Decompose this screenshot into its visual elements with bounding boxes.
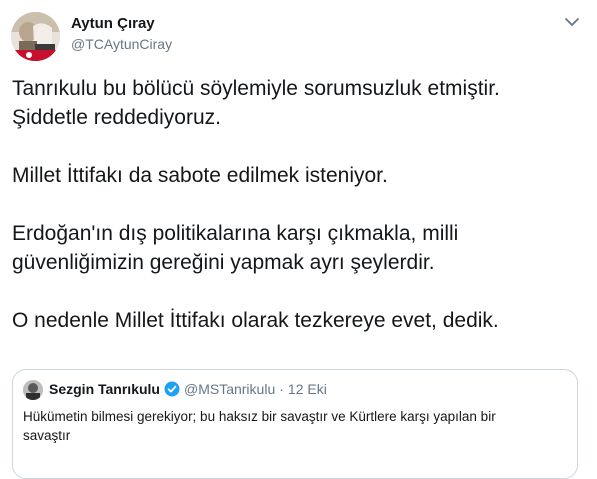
- quoted-author-name: Sezgin Tanrıkulu: [49, 381, 160, 397]
- chevron-down-icon[interactable]: [562, 14, 582, 30]
- author-name[interactable]: Aytun Çıray: [71, 15, 155, 32]
- quoted-tweet-text: Hükümetin bilmesi gerekiyor; bu haksız b…: [23, 409, 496, 443]
- quoted-tweet-header: Sezgin Tanrıkulu @MSTanrikulu · 12 Eki: [49, 381, 327, 397]
- author-avatar[interactable]: [11, 12, 60, 61]
- quoted-author-avatar: [23, 380, 43, 400]
- verified-badge-icon: [164, 381, 180, 397]
- separator-dot: ·: [279, 381, 284, 397]
- avatar-image: [11, 12, 60, 61]
- author-handle[interactable]: @TCAytunCiray: [71, 36, 172, 52]
- tweet-text: Tanrıkulu bu bölücü söylemiyle sorumsuzl…: [12, 77, 500, 332]
- quoted-author-handle: @MSTanrikulu: [183, 381, 276, 397]
- quoted-tweet-date: 12 Eki: [287, 381, 327, 397]
